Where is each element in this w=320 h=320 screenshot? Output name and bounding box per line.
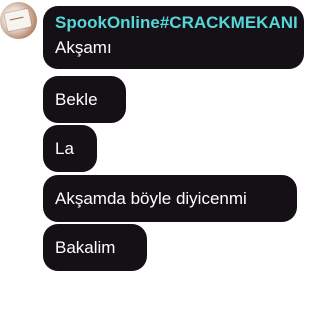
message-text: Bekle [55,89,98,109]
message-text: Bakalim [55,237,116,257]
message-bubble[interactable]: Bekle [43,76,126,123]
message-text: Akşamı [55,38,112,57]
message-text: Akşamda böyle diyicenmi [55,188,247,208]
message-bubble[interactable]: La [43,125,97,172]
message-text: La [55,138,74,158]
message-bubble[interactable]: Bakalim [43,224,147,271]
message-bubble[interactable]: Akşamda böyle diyicenmi [43,175,297,222]
sender-username[interactable]: SpookOnline#CRACKMEKANI [55,13,304,33]
sender-avatar[interactable] [0,2,37,39]
message-bubble[interactable]: SpookOnline#CRACKMEKANI Akşamı [43,6,304,69]
